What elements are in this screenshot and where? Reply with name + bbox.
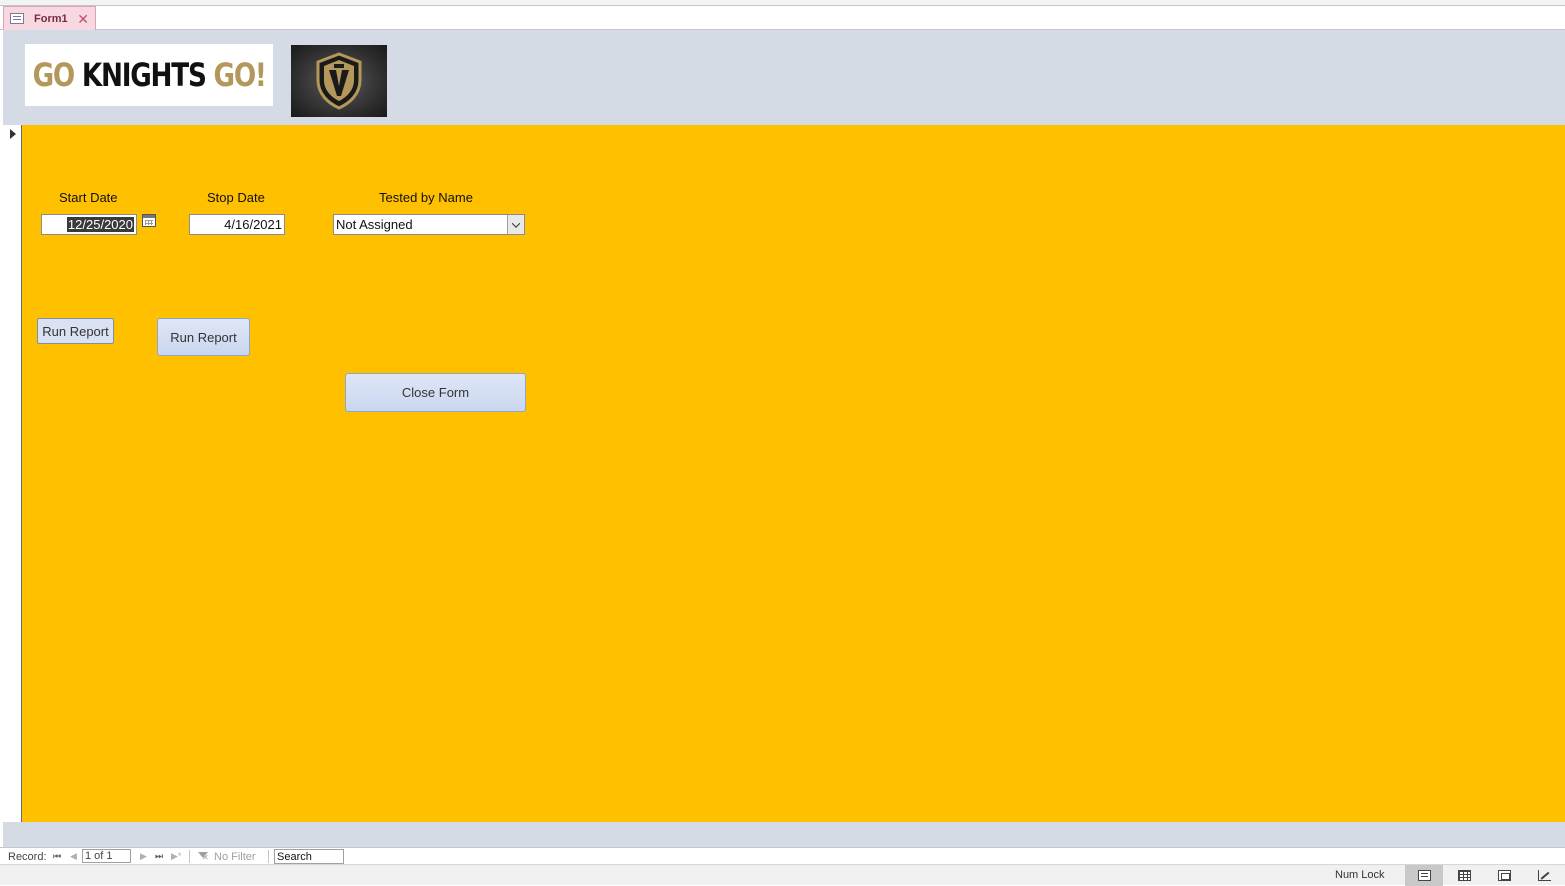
form-detail-section: Start Date 12/25/2020 Stop Date 4/16/202…	[22, 125, 1565, 822]
form-header: GO KNIGHTS GO!	[3, 30, 1565, 125]
document-tab-bar: Form1 ✕	[0, 6, 1565, 30]
chevron-down-icon	[511, 218, 521, 228]
status-bar: Num Lock	[0, 864, 1565, 886]
tab-label: Form1	[34, 12, 68, 25]
dropdown-button[interactable]	[507, 215, 524, 234]
new-record-icon[interactable]: ▶*	[171, 851, 181, 862]
divider	[268, 850, 269, 863]
search-input[interactable]: Search	[274, 849, 344, 864]
helmet-shield-icon	[316, 52, 362, 110]
start-date-field[interactable]: 12/25/2020	[41, 214, 137, 235]
datasheet-view-button[interactable]	[1445, 865, 1483, 886]
first-record-icon[interactable]: ⏮	[53, 851, 61, 862]
logo-text-knights: KNIGHTS	[81, 56, 207, 94]
run-report-button-2[interactable]: Run Report	[157, 318, 250, 356]
calendar-icon[interactable]	[142, 214, 156, 227]
next-record-icon[interactable]: ▶	[140, 851, 147, 862]
form-icon	[10, 13, 24, 24]
form-window: GO KNIGHTS GO! Start Date 12/25/2020 Sto…	[3, 30, 1565, 847]
filter-label: No Filter	[214, 850, 256, 863]
tested-by-combo[interactable]: Not Assigned	[333, 214, 525, 235]
current-record-arrow-icon	[10, 129, 16, 139]
stop-date-value: 4/16/2021	[224, 217, 282, 232]
record-navigation-bar: Record: ⏮ ◀ 1 of 1 ▶ ⏭ ▶* No Filter Sear…	[0, 847, 1565, 864]
design-view-button[interactable]	[1525, 865, 1563, 886]
tested-by-label: Tested by Name	[379, 190, 473, 205]
close-form-button[interactable]: Close Form	[345, 373, 526, 412]
close-icon[interactable]: ✕	[77, 12, 89, 26]
record-selector[interactable]	[3, 125, 22, 822]
last-record-icon[interactable]: ⏭	[155, 851, 163, 862]
num-lock-indicator: Num Lock	[1335, 869, 1385, 881]
form-view-icon	[1417, 870, 1431, 881]
helmet-shield-logo	[291, 45, 387, 117]
layout-view-button[interactable]	[1485, 865, 1523, 886]
design-view-icon	[1537, 870, 1551, 881]
tested-by-value: Not Assigned	[336, 217, 413, 232]
divider	[189, 850, 190, 863]
no-filter-icon	[198, 851, 209, 862]
start-date-label: Start Date	[59, 190, 118, 205]
previous-record-icon[interactable]: ◀	[70, 851, 77, 862]
logo-text-go: GO	[32, 56, 75, 94]
stop-date-field[interactable]: 4/16/2021	[189, 214, 285, 235]
form-footer	[3, 822, 1565, 847]
form-view-button[interactable]	[1405, 865, 1443, 886]
go-knights-logo: GO KNIGHTS GO!	[25, 44, 273, 106]
filter-indicator[interactable]: No Filter	[198, 849, 256, 864]
start-date-value: 12/25/2020	[66, 217, 134, 232]
datasheet-view-icon	[1457, 870, 1471, 881]
record-position-input[interactable]: 1 of 1	[82, 849, 131, 863]
logo-text-go-exclaim: GO!	[213, 56, 266, 94]
stop-date-label: Stop Date	[207, 190, 265, 205]
record-label: Record:	[8, 850, 47, 863]
tab-form1[interactable]: Form1 ✕	[3, 6, 96, 30]
run-report-button-1[interactable]: Run Report	[37, 318, 114, 344]
layout-view-icon	[1497, 870, 1511, 881]
